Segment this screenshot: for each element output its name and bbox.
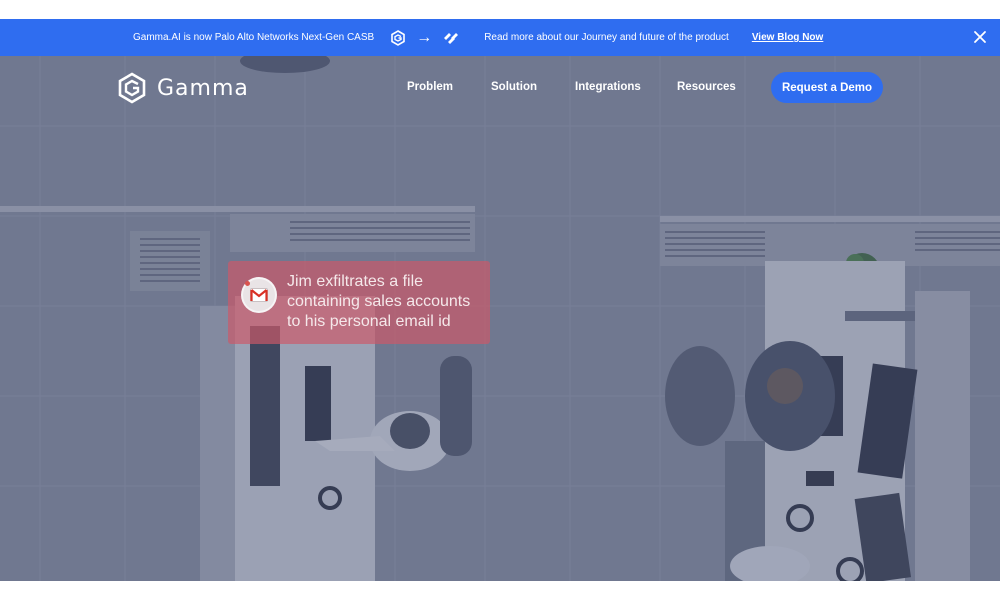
blog-text: Read more about our Journey and future o… (484, 32, 729, 43)
gamma-icon (391, 29, 406, 46)
view-blog-link[interactable]: View Blog Now (752, 32, 824, 43)
hero-section: Gamma Problem Solution Integrations Reso… (0, 56, 1000, 581)
announcement-bar: Gamma.AI is now Palo Alto Networks Next-… (0, 19, 1000, 56)
nav-problem[interactable]: Problem (407, 81, 453, 93)
notification-dot (245, 281, 250, 286)
nav-resources[interactable]: Resources (677, 81, 736, 93)
announcement-content: Gamma.AI is now Palo Alto Networks Next-… (133, 19, 823, 56)
gmail-avatar (241, 277, 277, 313)
gamma-logo[interactable]: Gamma (117, 72, 249, 104)
gamma-logo-icon (118, 72, 146, 104)
gmail-icon (250, 288, 268, 302)
page: Gamma.AI is now Palo Alto Networks Next-… (0, 0, 1000, 600)
nav-integrations[interactable]: Integrations (575, 81, 641, 93)
logo-text: Gamma (157, 75, 249, 101)
nav-solution[interactable]: Solution (491, 81, 537, 93)
alert-message: Jim exfiltrates a file containing sales … (287, 273, 471, 330)
arrow-right-icon: → (416, 28, 433, 46)
palo-alto-icon (444, 32, 459, 44)
close-icon[interactable] (972, 29, 988, 45)
request-demo-button[interactable]: Request a Demo (771, 72, 883, 103)
hero-overlay (0, 56, 1000, 581)
exfiltration-alert-card: Jim exfiltrates a file containing sales … (228, 261, 490, 344)
announcement-text: Gamma.AI is now Palo Alto Networks Next-… (133, 32, 375, 43)
